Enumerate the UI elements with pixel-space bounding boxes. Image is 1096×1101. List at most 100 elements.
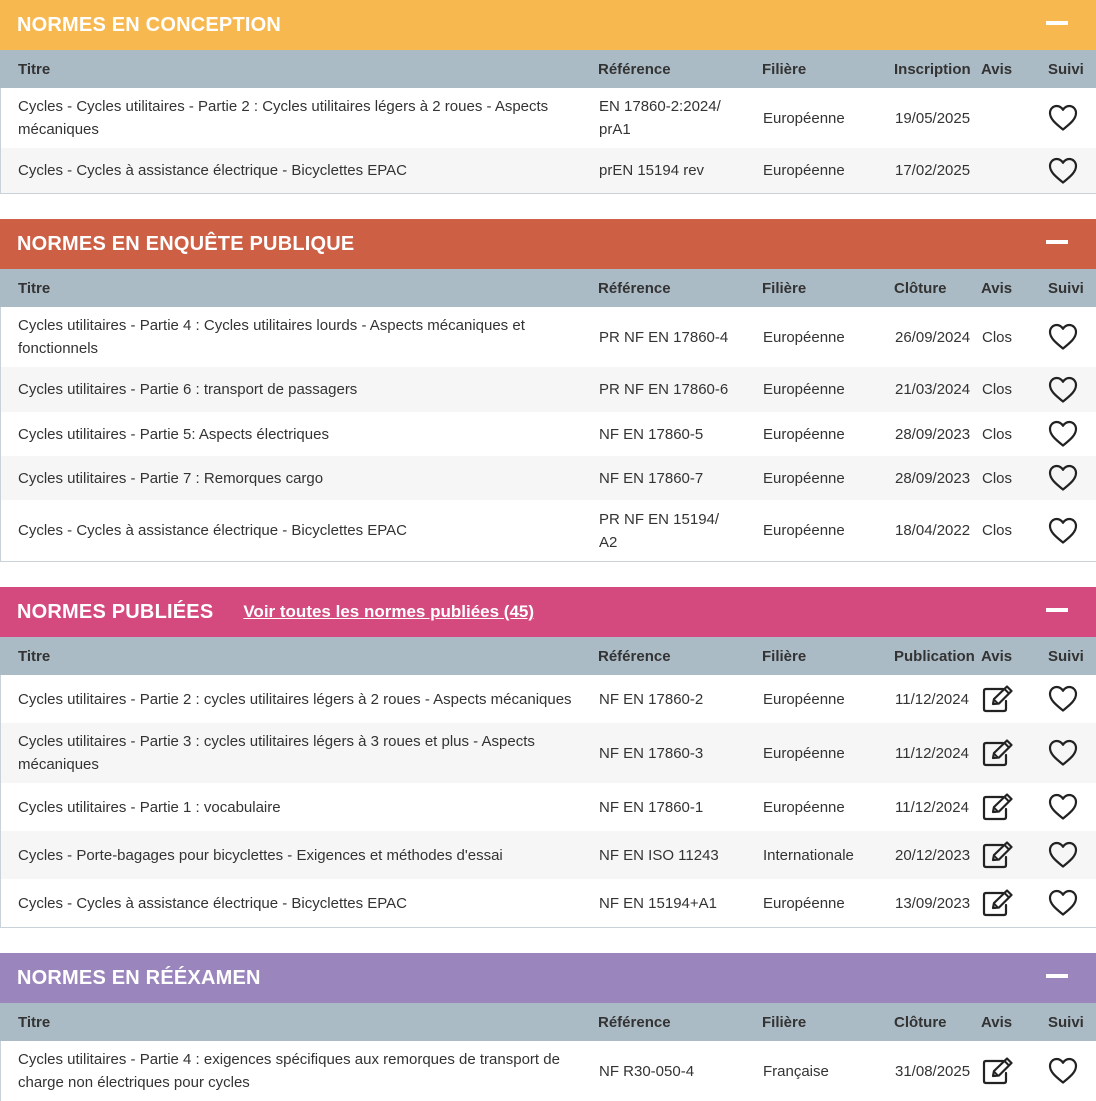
row-filiere: Européenne xyxy=(763,798,845,816)
heart-icon[interactable] xyxy=(1048,739,1078,767)
table-row: Cycles - Cycles à assistance électrique … xyxy=(1,879,1096,927)
edit-icon[interactable] xyxy=(982,841,1014,869)
table-body: Cycles utilitaires - Partie 2 : cycles u… xyxy=(0,675,1096,928)
heart-icon[interactable] xyxy=(1048,793,1078,821)
row-title[interactable]: Cycles utilitaires - Partie 5: Aspects é… xyxy=(18,412,578,456)
heart-icon[interactable] xyxy=(1048,104,1078,132)
minus-icon[interactable] xyxy=(1046,240,1068,244)
column-header-date: Publication xyxy=(894,647,975,665)
heart-icon[interactable] xyxy=(1048,685,1078,713)
column-header-filiere: Filière xyxy=(762,647,807,665)
heart-icon[interactable] xyxy=(1048,323,1078,351)
row-title[interactable]: Cycles - Cycles à assistance électrique … xyxy=(18,148,578,193)
table-row: Cycles utilitaires - Partie 4 : Cycles u… xyxy=(1,307,1096,367)
row-title[interactable]: Cycles utilitaires - Partie 3 : cycles u… xyxy=(18,723,578,783)
row-filiere: Européenne xyxy=(763,469,845,487)
column-header-suivi: Suivi xyxy=(1048,279,1084,297)
column-header-titre: Titre xyxy=(18,647,51,665)
column-header-reference: Référence xyxy=(598,60,671,78)
row-reference: NF EN 17860-3 xyxy=(599,744,704,762)
heart-icon[interactable] xyxy=(1048,841,1078,869)
minus-icon[interactable] xyxy=(1046,21,1068,25)
row-title[interactable]: Cycles utilitaires - Partie 7 : Remorque… xyxy=(18,456,578,500)
row-filiere: Européenne xyxy=(763,381,845,398)
row-date: 11/12/2024 xyxy=(895,744,969,762)
table-row: Cycles - Porte-bagages pour bicyclettes … xyxy=(1,831,1096,879)
row-avis xyxy=(982,148,1030,193)
row-reference: PR NF EN 17860-6 xyxy=(599,381,729,398)
row-filiere: Européenne xyxy=(763,425,845,443)
column-header-reference: Référence xyxy=(598,279,671,297)
row-title[interactable]: Cycles utilitaires - Partie 1 : vocabula… xyxy=(18,783,578,831)
table-header: Titre Référence Filière Inscription Avis… xyxy=(0,50,1096,88)
section-title: NORMES EN RÉÉXAMEN xyxy=(17,966,261,989)
row-reference: prEN 15194 rev xyxy=(599,162,705,179)
heart-icon[interactable] xyxy=(1048,1057,1078,1085)
row-date: 26/09/2024 xyxy=(895,328,971,346)
table-row: Cycles utilitaires - Partie 5: Aspects é… xyxy=(1,412,1096,456)
row-filiere: Européenne xyxy=(763,162,845,179)
row-avis: Clos xyxy=(982,328,1013,346)
heart-icon[interactable] xyxy=(1048,376,1078,404)
table-row: Cycles utilitaires - Partie 7 : Remorque… xyxy=(1,456,1096,500)
row-reference: NF EN 17860-7 xyxy=(599,469,704,487)
table-header: Titre Référence Filière Publication Avis… xyxy=(0,637,1096,675)
heart-icon[interactable] xyxy=(1048,889,1078,917)
column-header-suivi: Suivi xyxy=(1048,647,1084,665)
row-filiere: Européenne xyxy=(763,744,845,762)
row-reference: NF EN 17860-5 xyxy=(599,425,704,443)
table-body: Cycles utilitaires - Partie 4 : Cycles u… xyxy=(0,307,1096,562)
column-header-avis: Avis xyxy=(981,1013,1013,1031)
row-avis xyxy=(982,88,1030,148)
row-filiere: Française xyxy=(763,1062,829,1080)
row-title[interactable]: Cycles utilitaires - Partie 6 : transpor… xyxy=(18,367,578,412)
column-header-reference: Référence xyxy=(598,647,671,665)
row-title[interactable]: Cycles utilitaires - Partie 4 : Cycles u… xyxy=(18,307,578,367)
section-header-conception: NORMES EN CONCEPTION xyxy=(0,0,1096,50)
column-header-date: Clôture xyxy=(894,1013,947,1031)
row-title[interactable]: Cycles - Cycles utilitaires - Partie 2 :… xyxy=(18,88,578,148)
table-body: Cycles - Cycles utilitaires - Partie 2 :… xyxy=(0,88,1096,194)
row-title[interactable]: Cycles - Cycles à assistance électrique … xyxy=(18,879,578,927)
table-row: Cycles utilitaires - Partie 2 : cycles u… xyxy=(1,675,1096,723)
heart-icon[interactable] xyxy=(1048,464,1078,492)
row-avis: Clos xyxy=(982,522,1013,539)
heart-icon[interactable] xyxy=(1048,157,1078,185)
column-header-avis: Avis xyxy=(981,60,1013,78)
table-row: Cycles - Cycles à assistance électrique … xyxy=(1,500,1096,561)
column-header-date: Clôture xyxy=(894,279,947,297)
table-row: Cycles utilitaires - Partie 6 : transpor… xyxy=(1,367,1096,412)
heart-icon[interactable] xyxy=(1048,420,1078,448)
column-header-suivi: Suivi xyxy=(1048,1013,1084,1031)
row-reference: PR NF EN 15194/ A2 xyxy=(599,510,720,551)
edit-icon[interactable] xyxy=(982,889,1014,917)
row-title[interactable]: Cycles utilitaires - Partie 4 : exigence… xyxy=(18,1041,578,1101)
section-enquete-publique: NORMES EN ENQUÊTE PUBLIQUE Titre Référen… xyxy=(0,219,1096,562)
row-reference: NF EN 15194+A1 xyxy=(599,894,717,912)
table-body: Cycles utilitaires - Partie 4 : exigence… xyxy=(0,1041,1096,1101)
table-row: Cycles utilitaires - Partie 3 : cycles u… xyxy=(1,723,1096,783)
edit-icon[interactable] xyxy=(982,793,1014,821)
row-date: 18/04/2022 xyxy=(895,522,971,539)
section-header-publiees: NORMES PUBLIÉES Voir toutes les normes p… xyxy=(0,587,1096,637)
section-title: NORMES PUBLIÉES xyxy=(17,600,214,623)
row-title[interactable]: Cycles - Porte-bagages pour bicyclettes … xyxy=(18,831,578,879)
row-date: 28/09/2023 xyxy=(895,469,971,487)
row-title[interactable]: Cycles - Cycles à assistance électrique … xyxy=(18,500,578,561)
section-title: NORMES EN CONCEPTION xyxy=(17,13,282,36)
section-title: NORMES EN ENQUÊTE PUBLIQUE xyxy=(17,232,355,255)
minus-icon[interactable] xyxy=(1046,608,1068,612)
edit-icon[interactable] xyxy=(982,1057,1014,1085)
row-reference: NF EN 17860-2 xyxy=(599,690,704,708)
see-all-published-link[interactable]: Voir toutes les normes publiées (45) xyxy=(243,602,534,622)
table-row: Cycles utilitaires - Partie 4 : exigence… xyxy=(1,1041,1096,1101)
row-filiere: Internationale xyxy=(763,846,854,864)
heart-icon[interactable] xyxy=(1048,517,1078,545)
row-title[interactable]: Cycles utilitaires - Partie 2 : cycles u… xyxy=(18,675,578,723)
table-row: Cycles - Cycles à assistance électrique … xyxy=(1,148,1096,193)
minus-icon[interactable] xyxy=(1046,974,1068,978)
column-header-filiere: Filière xyxy=(762,1013,807,1031)
edit-icon[interactable] xyxy=(982,739,1014,767)
row-date: 21/03/2024 xyxy=(895,381,971,398)
edit-icon[interactable] xyxy=(982,685,1014,713)
